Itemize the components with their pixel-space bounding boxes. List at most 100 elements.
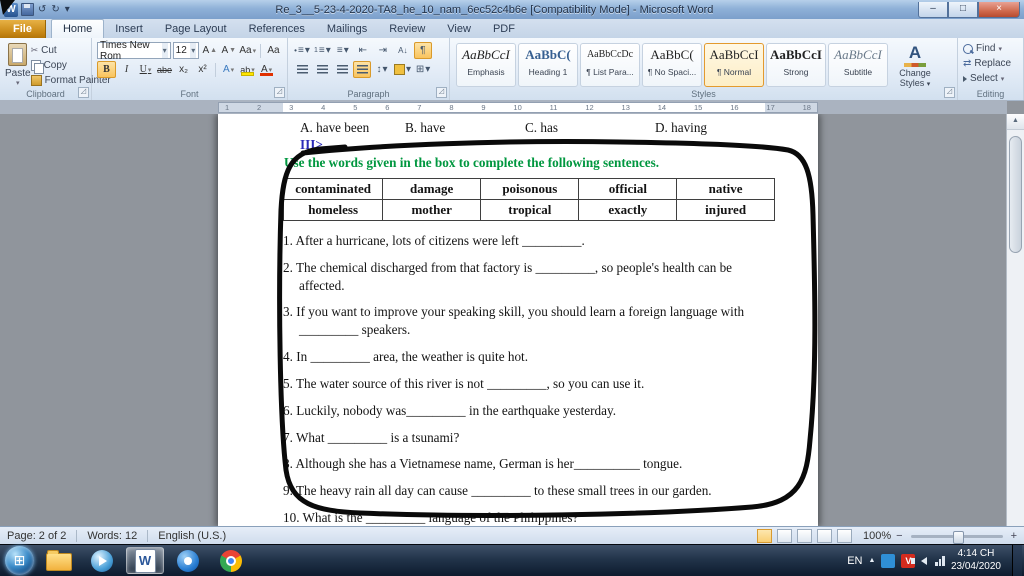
change-case-button[interactable]: Aa ▾ bbox=[239, 43, 256, 58]
replace-button[interactable]: ⇄ Replace bbox=[963, 56, 1018, 71]
document-page[interactable]: A. have been B. have C. has D. having II… bbox=[218, 114, 818, 527]
increase-indent-button[interactable]: ⇥ bbox=[374, 42, 392, 59]
superscript-button[interactable]: x² bbox=[194, 62, 211, 77]
tab-insert[interactable]: Insert bbox=[104, 20, 154, 38]
align-center-button[interactable] bbox=[313, 61, 331, 78]
zoom-in-button[interactable]: + bbox=[1011, 530, 1017, 542]
style-list-paragraph[interactable]: AaBbCcDc ¶ List Para... bbox=[580, 43, 640, 87]
word-taskbar-button[interactable]: W bbox=[126, 547, 164, 574]
zoom-slider[interactable] bbox=[910, 530, 1003, 544]
page-indicator[interactable]: Page: 2 of 2 bbox=[7, 530, 66, 542]
font-group-label: Font bbox=[180, 89, 199, 99]
text-effects-button[interactable]: A ▾ bbox=[220, 62, 237, 77]
start-button[interactable]: ⊞ bbox=[5, 546, 34, 575]
fullscreen-view-button[interactable] bbox=[776, 529, 792, 543]
style-no-spacing[interactable]: AaBbC( ¶ No Spaci... bbox=[642, 43, 702, 87]
word-cell: tropical bbox=[480, 199, 580, 221]
paragraph-dialog-launcher[interactable]: ◿ bbox=[436, 87, 447, 98]
print-layout-view-button[interactable] bbox=[756, 529, 772, 543]
zoom-slider-thumb[interactable] bbox=[952, 530, 964, 544]
sort-button[interactable]: A↓ bbox=[394, 42, 412, 59]
browser-taskbar-button[interactable] bbox=[169, 547, 207, 574]
bullets-button[interactable]: • ≡ ▾ bbox=[293, 42, 311, 59]
minimize-button[interactable]: – bbox=[918, 1, 948, 18]
media-player-taskbar-button[interactable] bbox=[83, 547, 121, 574]
paste-dropdown-icon[interactable]: ▾ bbox=[16, 79, 20, 87]
decrease-indent-button[interactable]: ⇤ bbox=[354, 42, 372, 59]
strikethrough-button[interactable]: abe bbox=[156, 62, 173, 77]
clear-formatting-button[interactable]: Aa bbox=[265, 43, 282, 58]
scrollbar-thumb[interactable] bbox=[1009, 136, 1022, 253]
web-layout-view-button[interactable] bbox=[796, 529, 812, 543]
undo-icon[interactable]: ↺ bbox=[37, 4, 47, 15]
divider bbox=[76, 530, 78, 542]
volume-icon[interactable] bbox=[911, 556, 928, 565]
draft-view-button[interactable] bbox=[836, 529, 852, 543]
style-normal[interactable]: AaBbCcI ¶ Normal bbox=[704, 43, 764, 87]
style-strong[interactable]: AaBbCcI Strong bbox=[766, 43, 826, 87]
maximize-button[interactable]: □ bbox=[948, 1, 978, 18]
style-heading-1[interactable]: AaBbC( Heading 1 bbox=[518, 43, 578, 87]
grow-font-button[interactable]: A ▲ bbox=[201, 43, 218, 58]
outline-view-button[interactable] bbox=[816, 529, 832, 543]
zoom-level[interactable]: 100% bbox=[863, 530, 891, 542]
tab-mailings[interactable]: Mailings bbox=[316, 20, 378, 38]
select-button[interactable]: Select ▾ bbox=[963, 71, 1018, 86]
style-subtitle[interactable]: AaBbCcI Subtitle bbox=[828, 43, 888, 87]
clipboard-dialog-launcher[interactable]: ◿ bbox=[78, 87, 89, 98]
explorer-taskbar-button[interactable] bbox=[40, 547, 78, 574]
zoom-out-button[interactable]: − bbox=[896, 530, 902, 542]
show-paragraph-marks-button[interactable]: ¶ bbox=[413, 42, 432, 59]
shrink-font-button[interactable]: A ▼ bbox=[220, 43, 237, 58]
find-button[interactable]: Find ▾ bbox=[963, 41, 1018, 56]
style-emphasis[interactable]: AaBbCcI Emphasis bbox=[456, 43, 516, 87]
word-cell: injured bbox=[676, 199, 775, 221]
clock[interactable]: 4:14 CH 23/04/2020 bbox=[951, 548, 1001, 573]
clear-formatting-icon: Aa bbox=[267, 45, 280, 56]
underline-button[interactable]: U ▾ bbox=[137, 62, 154, 77]
tab-file[interactable]: File bbox=[0, 20, 46, 38]
font-size-select[interactable]: 12 ▾ bbox=[172, 42, 200, 59]
tab-pdf[interactable]: PDF bbox=[482, 20, 526, 38]
font-family-select[interactable]: Times New Rom ▾ bbox=[97, 40, 171, 62]
input-language-indicator[interactable]: EN bbox=[847, 555, 862, 567]
bold-button[interactable]: B bbox=[97, 61, 116, 78]
exercise-instruction: Use the words given in the box to comple… bbox=[284, 155, 660, 170]
scrollbar-up-icon[interactable]: ▲ bbox=[1007, 114, 1024, 130]
justify-button[interactable] bbox=[353, 61, 371, 78]
qat-dropdown-icon[interactable]: ▾ bbox=[64, 4, 71, 15]
language-indicator[interactable]: English (U.S.) bbox=[158, 530, 226, 542]
redo-icon[interactable]: ↻ bbox=[50, 4, 60, 15]
tray-app-icon[interactable] bbox=[881, 553, 896, 568]
tab-view[interactable]: View bbox=[436, 20, 482, 38]
highlight-button[interactable]: ab ▾ bbox=[239, 62, 256, 77]
network-icon[interactable] bbox=[935, 555, 945, 566]
save-icon[interactable] bbox=[21, 3, 34, 16]
numbering-button[interactable]: 1 ≡ ▾ bbox=[313, 42, 332, 59]
line-spacing-button[interactable]: ↕ ▾ bbox=[373, 61, 391, 78]
italic-button[interactable]: I bbox=[118, 62, 135, 77]
horizontal-ruler[interactable]: 1 2 3 4 5 6 7 8 9 10 11 12 13 14 15 16 17 18 bbox=[0, 100, 1007, 114]
vertical-scrollbar[interactable]: ▲ bbox=[1006, 114, 1024, 527]
word-count[interactable]: Words: 12 bbox=[87, 530, 137, 542]
tab-home[interactable]: Home bbox=[50, 19, 105, 38]
subscript-button[interactable]: x₂ bbox=[175, 62, 192, 77]
chrome-taskbar-button[interactable] bbox=[212, 547, 250, 574]
align-right-button[interactable] bbox=[333, 61, 351, 78]
font-dialog-launcher[interactable]: ◿ bbox=[274, 87, 285, 98]
hidden-icons-arrow[interactable]: ▲ bbox=[869, 557, 876, 564]
font-color-button[interactable]: A ▾ bbox=[258, 62, 275, 77]
shading-button[interactable]: ▾ bbox=[393, 61, 412, 78]
styles-dialog-launcher[interactable]: ◿ bbox=[944, 87, 955, 98]
show-desktop-button[interactable] bbox=[1012, 545, 1022, 576]
tab-page-layout[interactable]: Page Layout bbox=[154, 20, 238, 38]
close-button[interactable]: × bbox=[978, 1, 1020, 18]
tab-references[interactable]: References bbox=[238, 20, 316, 38]
paste-button[interactable]: Paste ▾ bbox=[5, 41, 31, 87]
align-left-button[interactable] bbox=[293, 61, 311, 78]
tab-review[interactable]: Review bbox=[378, 20, 436, 38]
multilevel-list-button[interactable]: ≡ ▾ bbox=[334, 42, 352, 59]
change-styles-button[interactable]: A Change Styles ▾ bbox=[889, 41, 941, 89]
word-app-icon[interactable]: W bbox=[4, 2, 18, 17]
borders-button[interactable]: ⊞ ▾ bbox=[414, 61, 432, 78]
